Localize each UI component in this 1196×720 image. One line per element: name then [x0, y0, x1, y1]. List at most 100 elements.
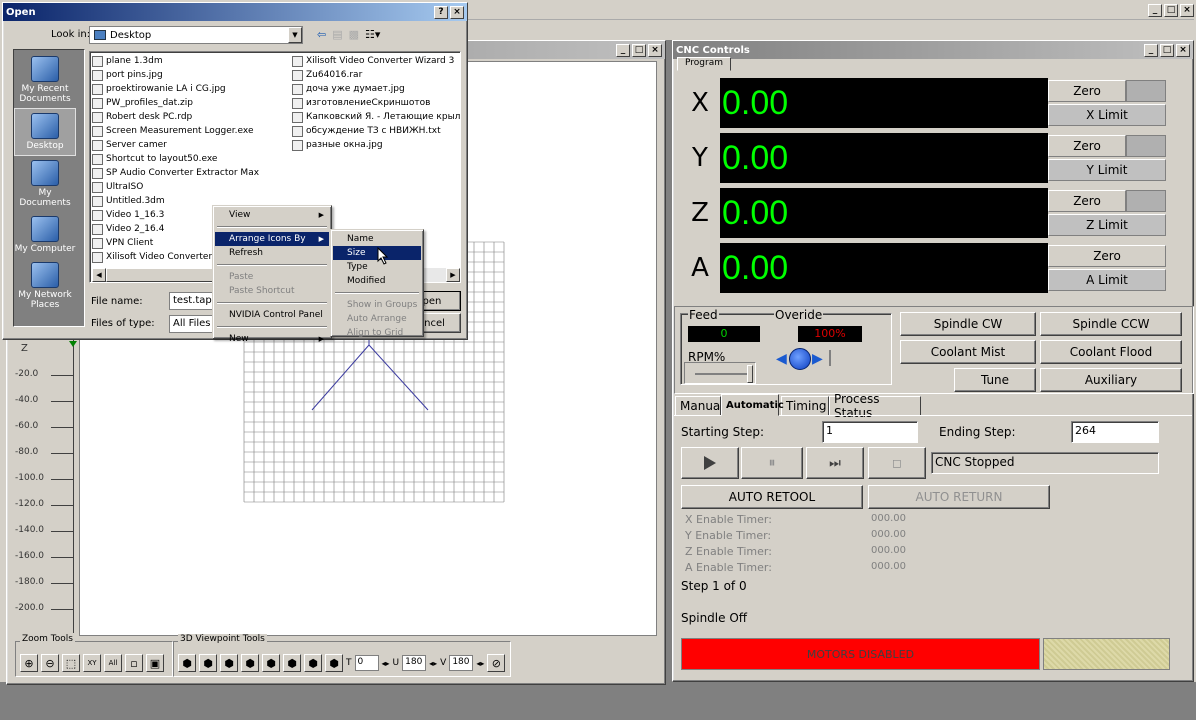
- place-recent-docs[interactable]: My Recent Documents: [14, 52, 76, 108]
- tab-timing[interactable]: Timing: [781, 396, 829, 416]
- cnc-close-button[interactable]: ×: [1176, 43, 1190, 57]
- spindle-ccw-button[interactable]: Spindle CCW: [1040, 312, 1182, 336]
- spin-icon[interactable]: ◂▸: [476, 659, 484, 668]
- viewport-minimize-button[interactable]: _: [616, 43, 630, 57]
- file-item[interactable]: PW_profiles_dat.zip: [92, 96, 288, 110]
- reset-view-icon[interactable]: ⊘: [487, 654, 506, 672]
- view-cube-left-icon[interactable]: ⬢: [220, 654, 238, 672]
- zoom-extents-icon[interactable]: ▣: [146, 654, 164, 672]
- spin-icon[interactable]: ◂▸: [382, 659, 390, 668]
- jog-knob-icon[interactable]: [789, 348, 811, 370]
- axis-dro-display[interactable]: 0.00: [720, 188, 1048, 238]
- menu-item-modified[interactable]: Modified: [333, 274, 421, 288]
- cycle-start-button[interactable]: [681, 447, 739, 479]
- menu-item-refresh[interactable]: Refresh: [215, 246, 329, 260]
- scroll-right-icon[interactable]: ▶: [446, 268, 460, 282]
- starting-step-field[interactable]: 1: [822, 421, 918, 443]
- scroll-left-icon[interactable]: ◀: [92, 268, 106, 282]
- t-field[interactable]: 0: [354, 655, 379, 671]
- view-cube-right-icon[interactable]: ⬢: [241, 654, 259, 672]
- axis-dro-display[interactable]: 0.00: [720, 78, 1048, 128]
- viewport-close-button[interactable]: ×: [648, 43, 662, 57]
- file-item[interactable]: разные окна.jpg: [292, 138, 460, 152]
- zoom-all-icon[interactable]: All: [104, 654, 122, 672]
- axis-dro-display[interactable]: 0.00: [720, 133, 1048, 183]
- override-jog-control[interactable]: ◀ ▶: [776, 348, 836, 372]
- tune-button[interactable]: Tune: [954, 368, 1036, 392]
- menu-item-view[interactable]: View ▶: [215, 208, 329, 222]
- up-folder-icon[interactable]: ▤: [332, 28, 342, 41]
- file-item[interactable]: SP Audio Converter Extractor Max: [92, 166, 288, 180]
- file-item[interactable]: Shortcut to layout50.exe: [92, 152, 288, 166]
- tab-program[interactable]: Program: [677, 57, 731, 71]
- stop-button[interactable]: ◻: [868, 447, 926, 479]
- view-cube-bottom-icon[interactable]: ⬢: [283, 654, 301, 672]
- file-item[interactable]: обсуждение ТЗ с НВИЖН.txt: [292, 124, 460, 138]
- rpm-slider[interactable]: [684, 362, 756, 384]
- single-step-button[interactable]: ⏭: [806, 447, 864, 479]
- ending-step-field[interactable]: 264: [1071, 421, 1159, 443]
- arrow-right-icon[interactable]: ▶: [812, 351, 823, 367]
- file-item[interactable]: plane 1.3dm: [92, 54, 288, 68]
- scroll-thumb[interactable]: [106, 268, 216, 282]
- close-button[interactable]: ×: [1180, 4, 1194, 17]
- cnc-minimize-button[interactable]: _: [1144, 43, 1158, 57]
- zero-a-button[interactable]: Zero: [1048, 245, 1166, 267]
- coolant-mist-button[interactable]: Coolant Mist: [900, 340, 1036, 364]
- zoom-window-icon[interactable]: ⬚: [62, 654, 80, 672]
- auto-return-button[interactable]: AUTO RETURN: [868, 485, 1050, 509]
- zero-y-button[interactable]: Zero: [1048, 135, 1126, 157]
- spindle-cw-button[interactable]: Spindle CW: [900, 312, 1036, 336]
- menu-item-arrange-icons-by[interactable]: Arrange Icons By ▶: [215, 232, 329, 246]
- file-item[interactable]: Robert desk PC.rdp: [92, 110, 288, 124]
- feed-hold-button[interactable]: ⏸: [741, 447, 803, 479]
- zero-x-button[interactable]: Zero: [1048, 80, 1126, 102]
- coolant-flood-button[interactable]: Coolant Flood: [1040, 340, 1182, 364]
- back-icon[interactable]: ⇦: [317, 28, 326, 41]
- place-desktop[interactable]: Desktop: [14, 108, 76, 156]
- file-item[interactable]: дочa уже думает.jpg: [292, 82, 460, 96]
- rpm-slider-thumb[interactable]: [747, 365, 753, 383]
- view-cube-front-icon[interactable]: ⬢: [178, 654, 196, 672]
- file-item[interactable]: изготовлениеСкриншотов: [292, 96, 460, 110]
- arrow-left-icon[interactable]: ◀: [776, 351, 787, 367]
- file-item[interactable]: Xilisoft Video Converter Wizard 3: [292, 54, 460, 68]
- zero-z-button[interactable]: Zero: [1048, 190, 1126, 212]
- file-item[interactable]: Zu64016.rar: [292, 68, 460, 82]
- place-my-documents[interactable]: My Documents: [14, 156, 76, 212]
- tab-automatic[interactable]: Automatic: [721, 394, 784, 416]
- file-item[interactable]: proektirowanie LA i CG.jpg: [92, 82, 288, 96]
- zoom-xy-icon[interactable]: XY: [83, 654, 101, 672]
- help-button[interactable]: ?: [434, 5, 448, 19]
- auxiliary-button[interactable]: Auxiliary: [1040, 368, 1182, 392]
- maximize-button[interactable]: □: [1164, 4, 1178, 17]
- view-cube-persp-icon[interactable]: ⬢: [325, 654, 343, 672]
- dialog-close-button[interactable]: ×: [450, 5, 464, 19]
- new-folder-icon[interactable]: ▩: [349, 28, 359, 41]
- cnc-maximize-button[interactable]: □: [1160, 43, 1174, 57]
- v-field[interactable]: 180: [449, 655, 474, 671]
- menu-item-name[interactable]: Name: [333, 232, 421, 246]
- place-my-computer[interactable]: My Computer: [14, 212, 76, 258]
- file-item[interactable]: Капковский Я. - Летающие крылья.: [292, 110, 460, 124]
- file-item[interactable]: Screen Measurement Logger.exe: [92, 124, 288, 138]
- auto-retool-button[interactable]: AUTO RETOOL: [681, 485, 863, 509]
- spin-icon[interactable]: ◂▸: [429, 659, 437, 668]
- views-menu-icon[interactable]: ☷▾: [365, 28, 380, 41]
- tab-manual[interactable]: Manual: [675, 396, 724, 416]
- view-cube-back-icon[interactable]: ⬢: [199, 654, 217, 672]
- look-in-combo[interactable]: Desktop ▼: [89, 26, 303, 44]
- file-item[interactable]: Server camer: [92, 138, 288, 152]
- zoom-fit-icon[interactable]: ▫: [125, 654, 143, 672]
- zoom-in-icon[interactable]: ⊕: [20, 654, 38, 672]
- view-cube-top-icon[interactable]: ⬢: [262, 654, 280, 672]
- u-field[interactable]: 180: [402, 655, 427, 671]
- menu-item-new[interactable]: New ▶: [215, 332, 329, 346]
- chevron-down-icon[interactable]: ▼: [288, 27, 302, 43]
- place-network-places[interactable]: My Network Places: [14, 258, 76, 314]
- file-item[interactable]: UltraISO: [92, 180, 288, 194]
- view-cube-iso-icon[interactable]: ⬢: [304, 654, 322, 672]
- file-item[interactable]: port pins.jpg: [92, 68, 288, 82]
- zoom-out-icon[interactable]: ⊖: [41, 654, 59, 672]
- menu-item-nvidia-control-panel[interactable]: NVIDIA Control Panel: [215, 308, 329, 322]
